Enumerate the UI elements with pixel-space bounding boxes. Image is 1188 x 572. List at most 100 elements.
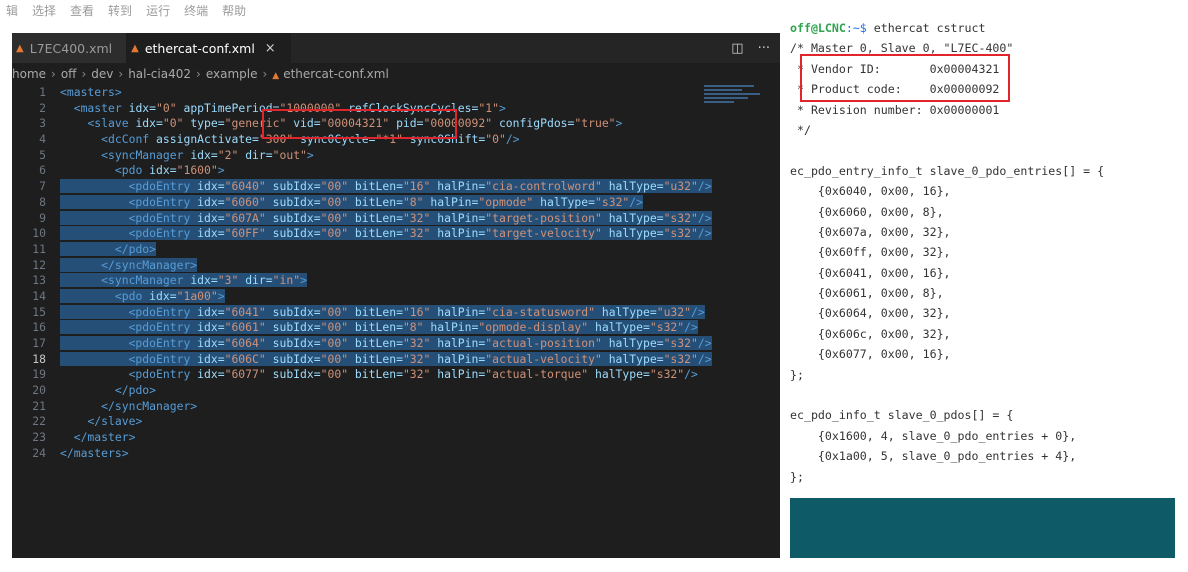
code-line[interactable]: 23 </master> bbox=[12, 430, 780, 446]
close-icon[interactable]: × bbox=[265, 41, 276, 56]
code-line[interactable]: 14 <pdo idx="1a00"> bbox=[12, 288, 780, 305]
code-token: halType= bbox=[608, 351, 664, 366]
line-number: 15 bbox=[32, 304, 46, 319]
code-line[interactable]: 8 <pdoEntry idx="6060" subIdx="00" bitLe… bbox=[12, 194, 780, 211]
code-text: <pdoEntry idx="6041" subIdx="00" bitLen=… bbox=[46, 304, 705, 321]
line-number: 18 bbox=[32, 351, 46, 366]
code-token: "2" bbox=[217, 147, 246, 162]
code-token: "true" bbox=[574, 116, 616, 131]
code-line[interactable]: 15 <pdoEntry idx="6041" subIdx="00" bitL… bbox=[12, 304, 780, 321]
code-line[interactable]: 13 <syncManager idx="3" dir="in"> bbox=[12, 273, 780, 289]
code-area[interactable]: 1 <masters> 2 <master idx="0" appTimePerio… bbox=[12, 85, 780, 462]
menu-item[interactable]: 选择 bbox=[32, 4, 56, 18]
xml-file-icon: ▲ bbox=[272, 71, 280, 81]
breadcrumb-item[interactable]: hal-cia402 bbox=[128, 67, 191, 81]
code-token: "s32" bbox=[663, 210, 698, 225]
code-token: > bbox=[306, 147, 314, 162]
more-actions-icon[interactable]: ··· bbox=[758, 41, 770, 56]
code-token: halType= bbox=[540, 194, 595, 209]
breadcrumb-file[interactable]: ethercat-conf.xml bbox=[283, 67, 389, 81]
code-token: <pdoEntry bbox=[128, 194, 198, 209]
tab-label: ethercat-conf.xml bbox=[144, 40, 255, 56]
code-token: halPin= bbox=[437, 367, 486, 382]
terminal-line: {0x6040, 0x00, 16}, bbox=[790, 184, 951, 199]
menu-item[interactable]: 查看 bbox=[70, 4, 94, 18]
tab-label: L7EC400.xml bbox=[29, 40, 113, 56]
code-line[interactable]: 21 </syncManager> bbox=[12, 399, 780, 415]
line-number: 24 bbox=[32, 445, 46, 460]
code-token: "s32" bbox=[649, 320, 685, 335]
code-line[interactable]: 24 </masters> bbox=[12, 446, 780, 462]
line-number: 19 bbox=[32, 367, 46, 382]
code-line[interactable]: 1 <masters> bbox=[12, 85, 780, 101]
code-line[interactable]: 19 <pdoEntry idx="6077" subIdx="00" bitL… bbox=[12, 367, 780, 383]
code-text: <pdo idx="1a00"> bbox=[46, 288, 225, 305]
code-token: subIdx= bbox=[272, 304, 321, 319]
code-token: "cia-statusword" bbox=[485, 304, 602, 319]
code-token: "opmode" bbox=[478, 194, 541, 209]
code-text: <pdoEntry idx="607A" subIdx="00" bitLen=… bbox=[46, 210, 712, 227]
code-line[interactable]: 10 <pdoEntry idx="60FF" subIdx="00" bitL… bbox=[12, 226, 780, 242]
breadcrumb-item[interactable]: off bbox=[61, 67, 77, 81]
breadcrumb-item[interactable]: home bbox=[12, 67, 46, 81]
menu-item[interactable]: 终端 bbox=[184, 4, 208, 18]
code-line[interactable]: 20 </pdo> bbox=[12, 383, 780, 399]
code-token: <pdoEntry bbox=[128, 179, 198, 194]
breadcrumb-item[interactable]: dev bbox=[91, 67, 113, 81]
code-line[interactable]: 11 </pdo> bbox=[12, 241, 780, 258]
prompt-user: off@LCNC bbox=[790, 21, 846, 35]
code-token: <pdoEntry bbox=[128, 304, 198, 319]
minimap[interactable] bbox=[704, 85, 762, 125]
tab-ethercat-conf[interactable]: ▲ ethercat-conf.xml × bbox=[127, 33, 291, 63]
code-line[interactable]: 22 </slave> bbox=[12, 414, 780, 430]
code-token: dir= bbox=[245, 273, 273, 288]
code-token: idx= bbox=[197, 304, 225, 319]
code-line[interactable]: 17 <pdoEntry idx="6064" subIdx="00" bitL… bbox=[12, 336, 780, 352]
code-line[interactable]: 7 <pdoEntry idx="6040" subIdx="00" bitLe… bbox=[12, 179, 780, 195]
code-token: </master> bbox=[73, 430, 136, 445]
breadcrumb: home › off › dev › hal-cia402 › example › ▲ etherca… bbox=[12, 63, 780, 85]
code-token: /> bbox=[697, 336, 712, 350]
code-token: </pdo> bbox=[114, 241, 157, 256]
code-token: "1a00" bbox=[176, 288, 218, 303]
menu-item[interactable]: 转到 bbox=[108, 4, 132, 18]
code-token: subIdx= bbox=[272, 367, 321, 382]
code-line[interactable]: 12 </syncManager> bbox=[12, 257, 780, 274]
line-number: 10 bbox=[32, 226, 46, 241]
code-token: idx= bbox=[197, 367, 225, 382]
code-token: <pdoEntry bbox=[128, 210, 198, 225]
code-token: idx= bbox=[197, 194, 225, 209]
code-token: "32" bbox=[402, 226, 438, 241]
code-text: </syncManager> bbox=[46, 399, 197, 415]
code-line[interactable]: 16 <pdoEntry idx="6061" subIdx="00" bitL… bbox=[12, 320, 780, 336]
code-text: <pdoEntry idx="6060" subIdx="00" bitLen=… bbox=[46, 194, 644, 211]
code-line[interactable]: 18 <pdoEntry idx="606C" subIdx="00" bitL… bbox=[12, 351, 780, 368]
code-token: "cia-controlword" bbox=[485, 179, 609, 194]
code-text: <syncManager idx="2" dir="out"> bbox=[46, 148, 314, 164]
breadcrumb-item[interactable]: example bbox=[206, 67, 258, 81]
code-token: halPin= bbox=[437, 336, 486, 350]
split-editor-icon[interactable]: ◫ bbox=[731, 41, 743, 56]
code-line[interactable]: 9 <pdoEntry idx="607A" subIdx="00" bitLe… bbox=[12, 210, 780, 227]
code-token: <master bbox=[73, 100, 129, 115]
code-token: idx= bbox=[197, 351, 225, 366]
tab-l7ec400[interactable]: ▲ L7EC400.xml bbox=[12, 33, 128, 63]
code-token: <dcConf bbox=[101, 132, 157, 147]
code-token: /> bbox=[684, 367, 698, 382]
code-text: <pdoEntry idx="606C" subIdx="00" bitLen=… bbox=[46, 351, 712, 368]
menu-item[interactable]: 运行 bbox=[146, 4, 170, 18]
menu-item[interactable]: 帮助 bbox=[222, 4, 246, 18]
code-token: bitLen= bbox=[354, 194, 403, 209]
code-token: "6077" bbox=[224, 367, 273, 382]
code-text: </masters> bbox=[46, 446, 129, 462]
menu-item[interactable]: 辑 bbox=[6, 4, 18, 18]
code-token: </syncManager> bbox=[101, 398, 198, 413]
code-line[interactable]: 5 <syncManager idx="2" dir="out"> bbox=[12, 148, 780, 164]
code-line[interactable]: 6 <pdo idx="1600"> bbox=[12, 163, 780, 179]
code-token: "60FF" bbox=[224, 226, 273, 241]
